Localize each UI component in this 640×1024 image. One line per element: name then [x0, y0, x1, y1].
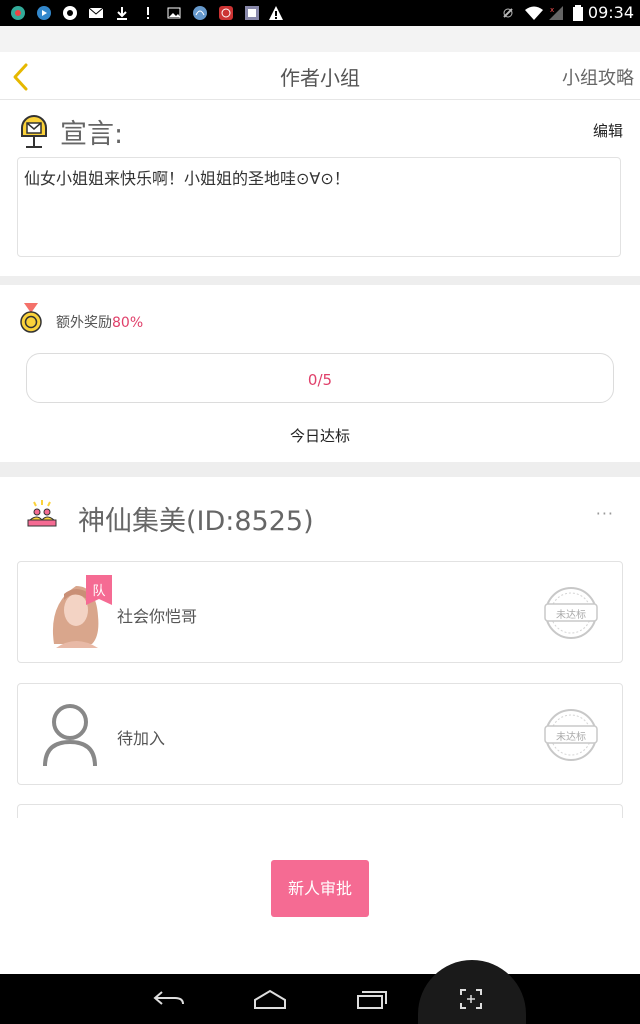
- status-bar: x 09:34: [0, 0, 640, 26]
- warning-icon: [269, 6, 283, 20]
- app-notification-icon: [245, 6, 259, 20]
- empty-avatar-icon: [43, 704, 97, 767]
- team-icon: [27, 500, 57, 527]
- home-nav-icon[interactable]: [252, 988, 288, 1010]
- manifesto-text: 仙女小姐姐来快乐啊！小姐姐的圣地哇⊙∀⊙！: [24, 169, 350, 188]
- bonus-reward-label: 额外奖励: [56, 315, 112, 331]
- medal-icon: [20, 303, 42, 333]
- member-card[interactable]: [17, 683, 623, 785]
- chat-notification-icon: [63, 6, 77, 20]
- battery-icon: [573, 5, 583, 21]
- mail-notification-icon: [88, 7, 104, 18]
- clock: 09:34: [587, 3, 634, 22]
- more-options-button[interactable]: ···: [596, 504, 614, 523]
- signal-icon: x: [549, 6, 563, 20]
- screenshot-icon[interactable]: [460, 989, 482, 1009]
- top-spacer: [0, 26, 640, 52]
- back-nav-icon[interactable]: [152, 988, 186, 1010]
- wifi-icon: [525, 6, 543, 20]
- team-name: 神仙集美(ID:8525): [78, 506, 314, 537]
- section-divider: [0, 462, 640, 477]
- not-qualified-stamp-text: 未达标: [556, 732, 586, 743]
- image-icon: [167, 7, 181, 19]
- page-title: 作者小组: [280, 66, 360, 90]
- new-member-approval-button[interactable]: 新人审批: [271, 860, 369, 917]
- system-nav-bar: [0, 960, 640, 1024]
- section-divider: [0, 276, 640, 285]
- app-notification-icon: [193, 6, 207, 20]
- bonus-reward-text: 额外奖励80%: [56, 312, 143, 332]
- app-notification-icon: [37, 6, 51, 20]
- daily-target-label: 今日达标: [289, 427, 350, 445]
- not-qualified-stamp-text: 未达标: [556, 610, 586, 621]
- progress-count: 0/5: [307, 371, 333, 389]
- app-notification-icon: [11, 6, 25, 20]
- alert-icon: [147, 7, 149, 19]
- svg-text:x: x: [550, 6, 554, 14]
- mailbox-icon: [21, 115, 47, 148]
- member-name: 社会你恺哥: [117, 607, 198, 626]
- manifesto-heading: 宣言:: [60, 119, 124, 150]
- mute-icon: [503, 8, 513, 18]
- download-icon: [117, 7, 127, 20]
- recent-apps-icon[interactable]: [354, 988, 388, 1010]
- group-guide-link[interactable]: 小组攻略: [562, 64, 634, 90]
- team-leader-badge-text: 队: [92, 584, 106, 599]
- member-name: 待加入: [117, 729, 166, 748]
- bonus-reward-percent: 80%: [112, 315, 144, 331]
- app-notification-icon: [219, 6, 233, 20]
- edit-button[interactable]: 编辑: [593, 120, 623, 141]
